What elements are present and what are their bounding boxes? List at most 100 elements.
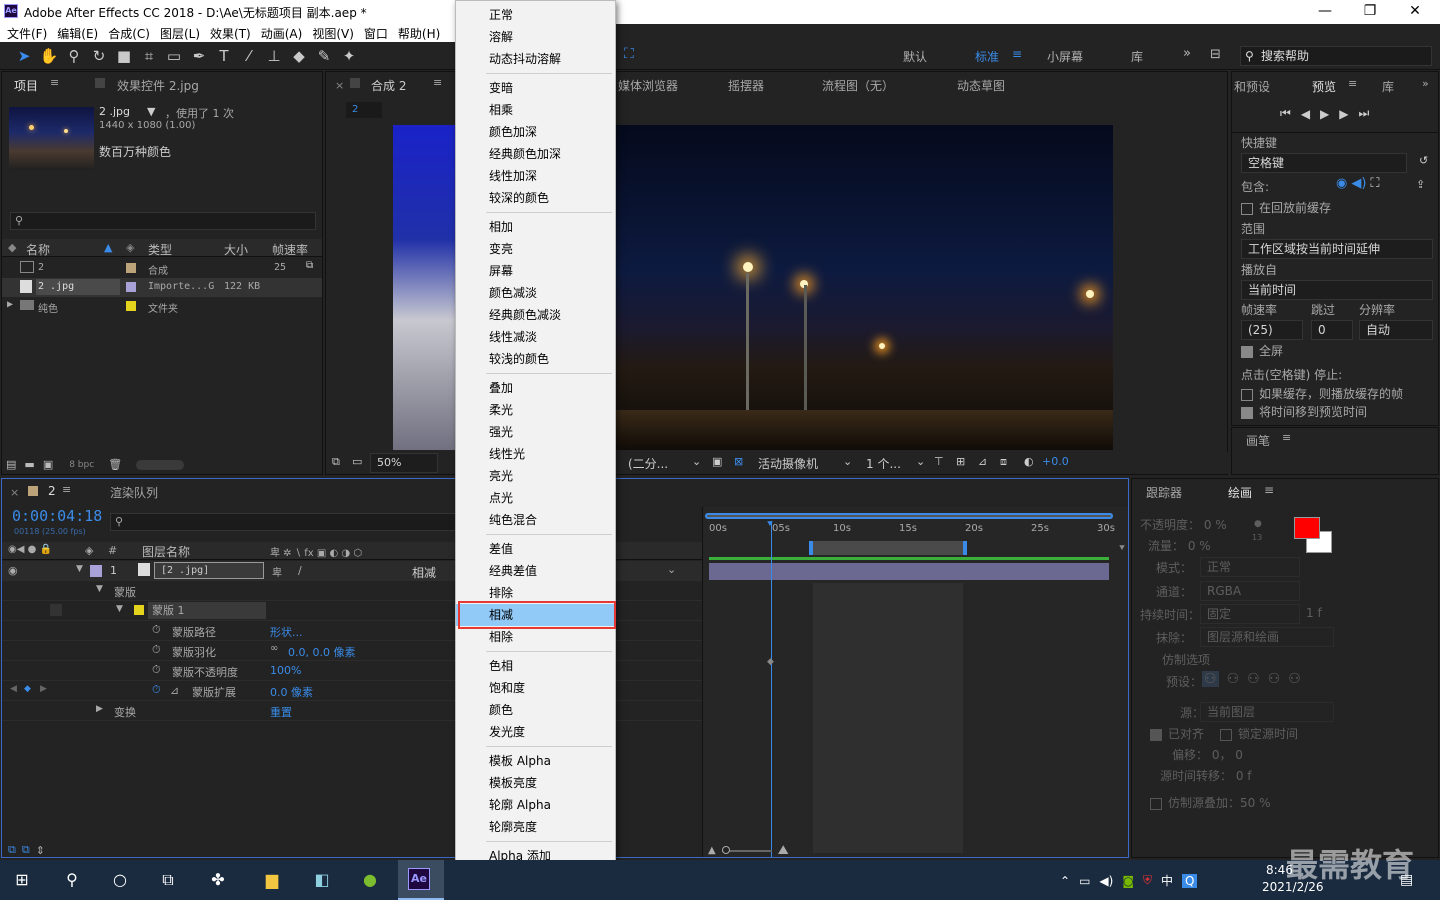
timeline-graph-area[interactable]: 00s 05s 10s 15s 20s 25s 30s ⯆ ◆ ⯆	[702, 507, 1128, 857]
workspace-menu-icon[interactable]: ≡	[1012, 47, 1022, 61]
shy-switch-icon[interactable]: 卑	[272, 564, 282, 579]
close-button[interactable]: ✕	[1400, 2, 1430, 22]
mode-select[interactable]: 正常	[1200, 557, 1300, 577]
layer-blend-mode[interactable]: 相减	[412, 564, 436, 581]
pen-tool-icon[interactable]: ✒	[189, 46, 209, 66]
first-frame-icon[interactable]: ⏮	[1280, 106, 1291, 121]
cache-before-checkbox[interactable]: 在回放前缓存	[1241, 199, 1331, 216]
tab-composition[interactable]: 合成 2	[371, 77, 406, 94]
sync-settings-icon[interactable]: ⊟	[1210, 47, 1221, 62]
flowchart-icon[interactable]: ⧉	[306, 260, 313, 271]
blend-mode-item[interactable]: 变亮	[456, 238, 615, 260]
next-keyframe-icon[interactable]: ▶	[40, 684, 47, 694]
ime-indicator[interactable]: 中	[1161, 872, 1173, 889]
blend-mode-item[interactable]: 正常	[456, 4, 615, 26]
resolution-select[interactable]: 自动	[1359, 320, 1433, 340]
search-icon[interactable]: ⚲	[58, 866, 86, 894]
blend-mode-item[interactable]: 相乘	[456, 99, 615, 121]
blend-mode-item[interactable]: 线性光	[456, 443, 615, 465]
workspace-library[interactable]: 库	[1131, 48, 1143, 65]
camera-tool-icon[interactable]: ■	[114, 46, 134, 66]
work-area-bar[interactable]	[809, 541, 967, 555]
volume-icon[interactable]: ◀)	[1099, 874, 1113, 888]
expand-arrow-icon[interactable]: ▶	[96, 704, 103, 714]
col-type[interactable]: 类型	[148, 241, 172, 258]
table-row[interactable]: 2 合成 25 ⧉	[2, 259, 322, 278]
cortana-icon[interactable]: ○	[106, 866, 134, 894]
thumbnail-slider[interactable]	[136, 459, 185, 470]
menu-window[interactable]: 窗口	[364, 25, 388, 42]
quality-switch-icon[interactable]: ∕	[298, 564, 302, 577]
aligned-checkbox[interactable]: 已对齐	[1150, 725, 1204, 742]
transparency-grid-icon[interactable]: ⊠	[734, 455, 743, 468]
stopwatch-icon[interactable]: ⏱	[152, 643, 161, 657]
erase-select[interactable]: 图层源和绘画	[1200, 627, 1334, 647]
blend-mode-item[interactable]: 相减	[456, 604, 615, 626]
tab-project[interactable]: 项目	[14, 77, 38, 94]
tab-paint[interactable]: 绘画	[1228, 484, 1252, 501]
shortcut-select[interactable]: 空格键	[1241, 153, 1407, 173]
rotate-tool-icon[interactable]: ↻	[89, 46, 109, 66]
blend-mode-item[interactable]: 柔光	[456, 399, 615, 421]
snap-icon[interactable]: ⛶	[624, 46, 634, 62]
menu-help[interactable]: 帮助(H)	[398, 25, 440, 42]
toggle-pixel-aspect-icon[interactable]: ⊤	[934, 455, 944, 468]
monitor-icon[interactable]: ▭	[352, 455, 362, 468]
new-composition-icon[interactable]: ▣	[43, 458, 53, 471]
playhead[interactable]	[771, 521, 772, 857]
toggle-modes-icon[interactable]: ⧉	[22, 843, 30, 857]
zoom-tool-icon[interactable]: ⚲	[64, 46, 84, 66]
collapse-arrow-icon[interactable]: ▼	[76, 564, 83, 574]
comp-breadcrumb[interactable]: 2	[346, 102, 382, 118]
col-size[interactable]: 大小	[224, 241, 248, 258]
resolution-select[interactable]: (二分...	[628, 455, 668, 472]
clone-stamp-tool-icon[interactable]: ⊥	[264, 46, 284, 66]
blend-mode-item[interactable]: 饱和度	[456, 677, 615, 699]
workspace-default[interactable]: 默认	[903, 48, 927, 65]
prev-keyframe-icon[interactable]: ◀	[10, 684, 17, 694]
col-name[interactable]: 名称	[26, 241, 50, 258]
blend-mode-item[interactable]: 动态抖动溶解	[456, 48, 615, 70]
task-view-icon[interactable]: ⧉	[154, 866, 182, 894]
toggle-switches-icon[interactable]: ⧉	[8, 843, 16, 857]
tab-brushes[interactable]: 画笔	[1246, 432, 1270, 449]
workspace-standard[interactable]: 标准	[975, 48, 999, 65]
blend-mode-item[interactable]: 轮廓 Alpha	[456, 794, 615, 816]
clone-preset-1-icon[interactable]: ⚇	[1202, 671, 1219, 687]
pinwheel-app-icon[interactable]: ✤	[204, 866, 232, 894]
file-explorer-icon[interactable]: ▆	[258, 866, 286, 894]
bit-depth[interactable]: 8 bpc	[69, 460, 94, 470]
close-tab-icon[interactable]: ×	[335, 79, 344, 92]
tab-effects-presets[interactable]: 和预设	[1234, 78, 1270, 95]
blend-mode-item[interactable]: 较深的颜色	[456, 187, 615, 209]
col-layer-name[interactable]: 图层名称	[142, 543, 190, 560]
menu-edit[interactable]: 编辑(E)	[57, 25, 98, 42]
audio-speaker-icon[interactable]: ◀)	[1351, 176, 1366, 191]
mask-color-swatch[interactable]	[134, 605, 144, 615]
show-hidden-icons-icon[interactable]: ⌃	[1060, 874, 1070, 888]
tab-preview[interactable]: 预览	[1312, 78, 1336, 95]
tab-tracker[interactable]: 跟踪器	[1146, 484, 1182, 501]
blend-mode-item[interactable]: 溶解	[456, 26, 615, 48]
more-tabs-icon[interactable]: »	[1422, 77, 1429, 90]
overlay-checkbox[interactable]: 仿制源叠加：50 %	[1150, 794, 1271, 811]
chevron-down-icon[interactable]: ⌄	[667, 563, 676, 576]
collapse-arrow-icon[interactable]: ▼	[116, 604, 123, 614]
nvidia-icon[interactable]: ◙	[1122, 874, 1134, 888]
move-time-checkbox[interactable]: 将时间移到预览时间	[1241, 403, 1367, 420]
selection-tool-icon[interactable]: ➤	[14, 46, 34, 66]
blend-mode-item[interactable]: 色相	[456, 655, 615, 677]
stopwatch-icon[interactable]: ⏱	[152, 663, 161, 677]
blend-mode-item[interactable]: 经典差值	[456, 560, 615, 582]
lock-source-checkbox[interactable]: 锁定源时间	[1220, 725, 1298, 742]
video-eye-icon[interactable]: ◉	[1336, 176, 1347, 191]
interpret-footage-icon[interactable]: ▤	[6, 458, 16, 471]
pan-behind-tool-icon[interactable]: ⌗	[139, 46, 159, 66]
clone-preset-3-icon[interactable]: ⚇	[1247, 671, 1260, 687]
timeline-search-input[interactable]: ⚲	[110, 513, 456, 531]
blend-mode-item[interactable]: 线性加深	[456, 165, 615, 187]
views-select[interactable]: 1 个...	[866, 455, 901, 472]
chevron-down-icon[interactable]: ⌄	[843, 455, 852, 468]
play-from-select[interactable]: 当前时间	[1241, 280, 1433, 300]
visibility-eye-icon[interactable]: ◉	[8, 564, 18, 577]
